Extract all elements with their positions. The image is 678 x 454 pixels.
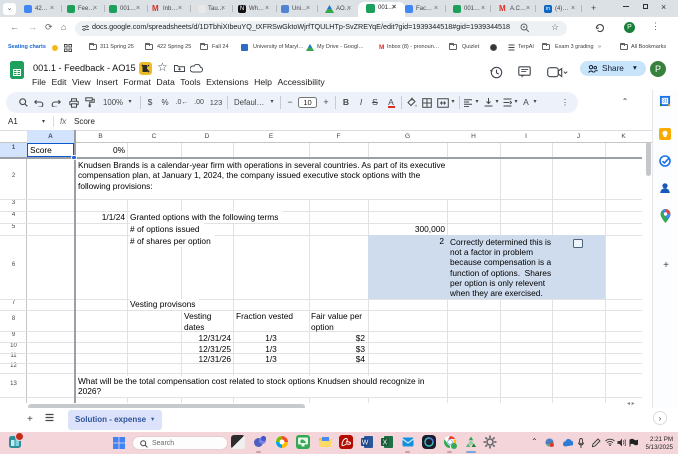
svg-text:W: W (362, 440, 369, 447)
svg-text:X: X (383, 440, 388, 447)
svg-text:31: 31 (662, 99, 668, 105)
